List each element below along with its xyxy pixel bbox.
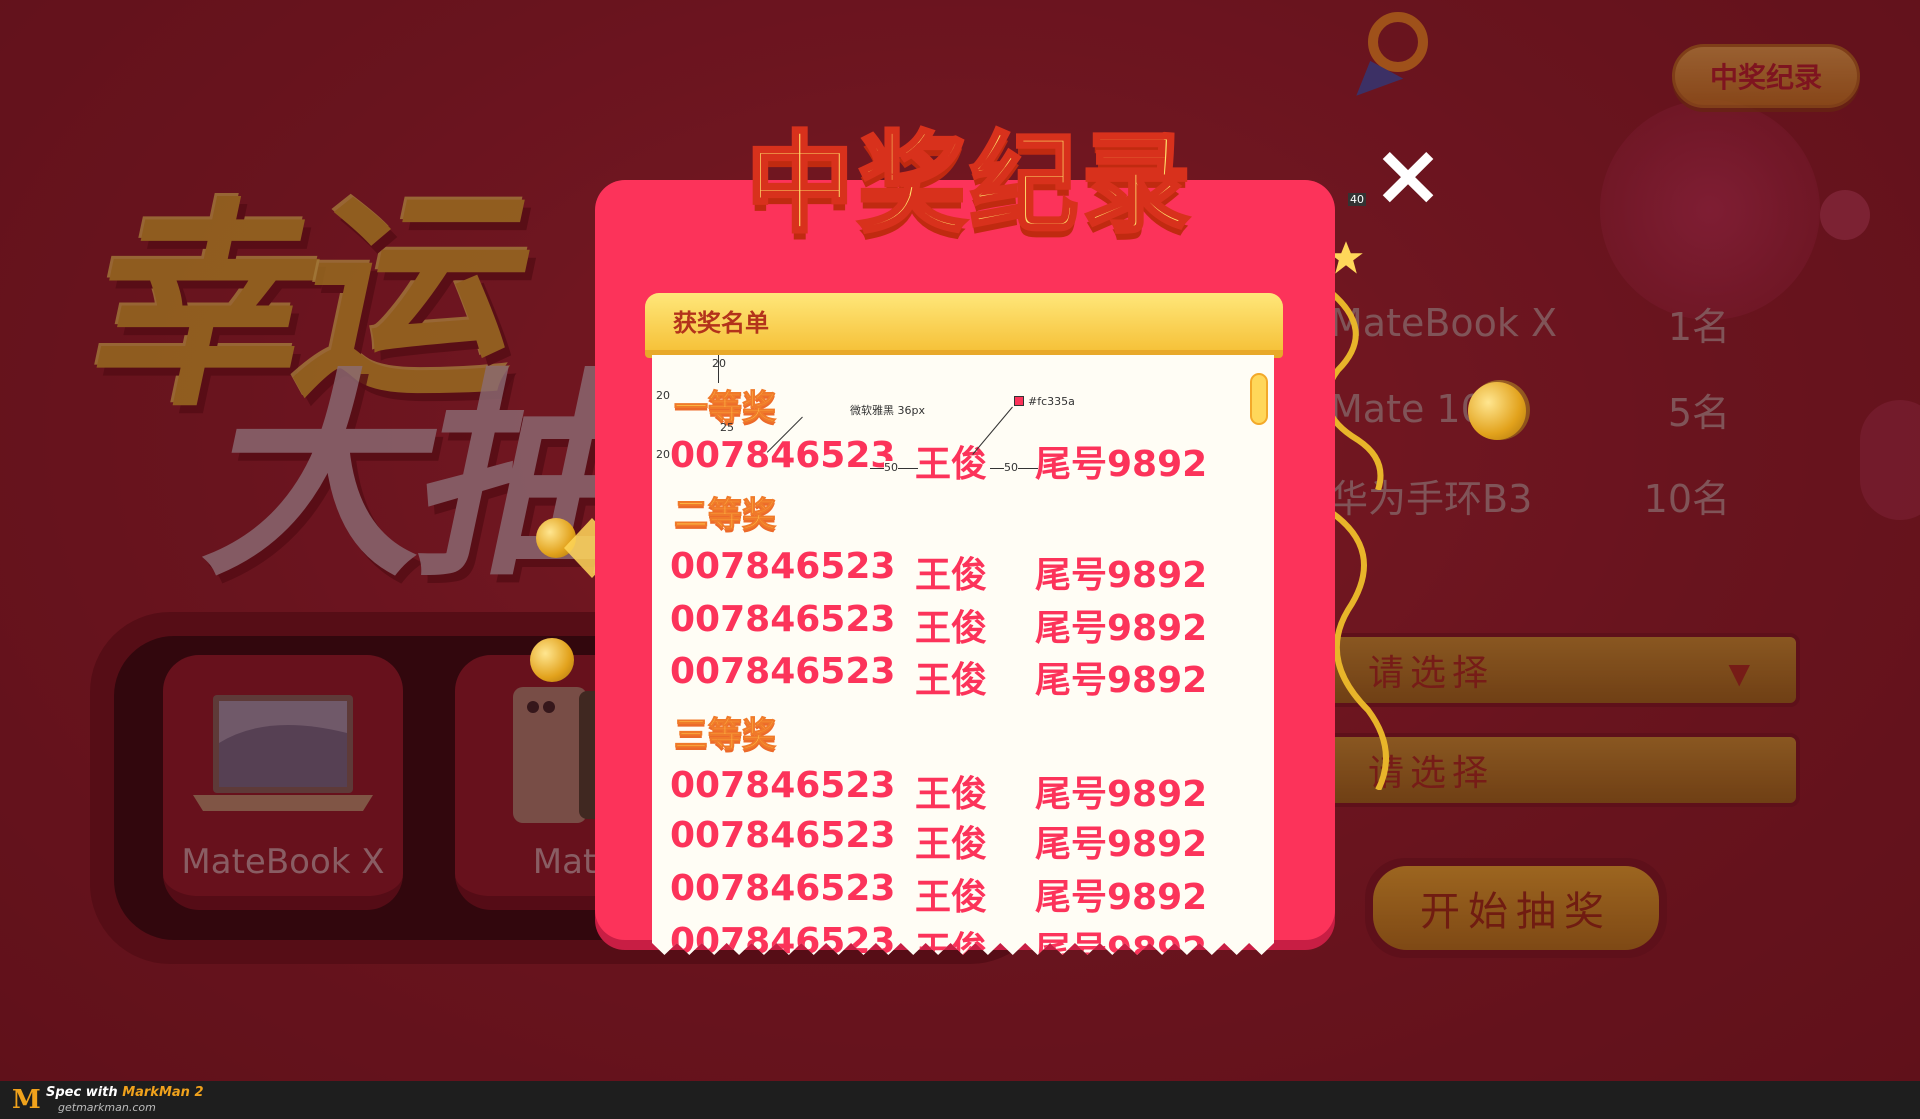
scrollbar-thumb[interactable]: [1250, 373, 1268, 425]
winner-tail: 尾号9892: [1035, 877, 1208, 918]
coin-decoration: [530, 638, 574, 682]
winner-name: 王俊: [915, 774, 988, 815]
winner-name: 王俊: [915, 824, 988, 865]
winners-list-header: 获奖名单: [645, 293, 1283, 358]
winner-row: 007846523 王俊 尾号9892: [670, 599, 1208, 649]
winner-id: 007846523: [670, 651, 896, 692]
winner-row: 007846523 王俊 尾号9892: [670, 815, 1208, 865]
color-annotation: #fc335a: [1028, 395, 1075, 408]
winner-tail: 尾号9892: [1035, 660, 1208, 701]
winner-row: 007846523 王俊 尾号9892: [670, 435, 1208, 485]
winner-id: 007846523: [670, 599, 896, 640]
spec-prefix: Spec with: [46, 1085, 123, 1100]
winner-row: 007846523 王俊 尾号9892: [670, 765, 1208, 815]
winner-id: 007846523: [670, 765, 896, 806]
spacing-annotation: 50: [884, 461, 898, 474]
close-icon[interactable]: ×: [1372, 132, 1444, 218]
winner-name: 王俊: [915, 877, 988, 918]
winner-name: 王俊: [915, 555, 988, 596]
winner-tail: 尾号9892: [1035, 555, 1208, 596]
winner-row: 007846523 王俊 尾号9892: [670, 868, 1208, 918]
markman-logo-icon: M: [12, 1085, 41, 1115]
winner-id: 007846523: [670, 435, 896, 476]
spacing-annotation: 20: [656, 448, 670, 461]
color-swatch: [1014, 396, 1024, 406]
spacing-annotation: 25: [720, 421, 734, 434]
winner-name: 王俊: [915, 608, 988, 649]
winner-id: 007846523: [670, 546, 896, 587]
spacing-annotation: 50: [1004, 461, 1018, 474]
winner-row: 007846523 王俊 尾号9892: [670, 651, 1208, 701]
font-annotation: 微软雅黑 36px: [850, 404, 925, 417]
winner-id: 007846523: [670, 868, 896, 909]
spacing-annotation: 20: [712, 357, 726, 370]
coin-decoration: [1468, 382, 1526, 440]
winner-name: 王俊: [915, 660, 988, 701]
modal-title: 中奖纪录: [744, 120, 1194, 249]
annotation-line: [718, 355, 719, 383]
winner-tail: 尾号9892: [1035, 824, 1208, 865]
brand-name: MarkMan 2: [122, 1085, 204, 1100]
winner-tail: 尾号9892: [1035, 608, 1208, 649]
site-link[interactable]: getmarkman.com: [58, 1101, 156, 1114]
spacing-annotation: 40: [1348, 193, 1366, 206]
tier-heading: 二等奖: [674, 495, 777, 536]
winner-row: 007846523 王俊 尾号9892: [670, 546, 1208, 596]
spacing-annotation: 20: [656, 389, 670, 402]
spec-credit: Spec with MarkMan 2: [46, 1085, 204, 1100]
winners-list[interactable]: 一等奖 007846523 王俊 尾号9892 二等奖 007846523 王俊…: [652, 355, 1274, 955]
winner-tail: 尾号9892: [1035, 444, 1208, 485]
tier-heading: 三等奖: [674, 715, 777, 756]
winner-tail: 尾号9892: [1035, 774, 1208, 815]
winner-id: 007846523: [670, 815, 896, 856]
markman-footer: M Spec with MarkMan 2 getmarkman.com: [0, 1081, 1920, 1119]
